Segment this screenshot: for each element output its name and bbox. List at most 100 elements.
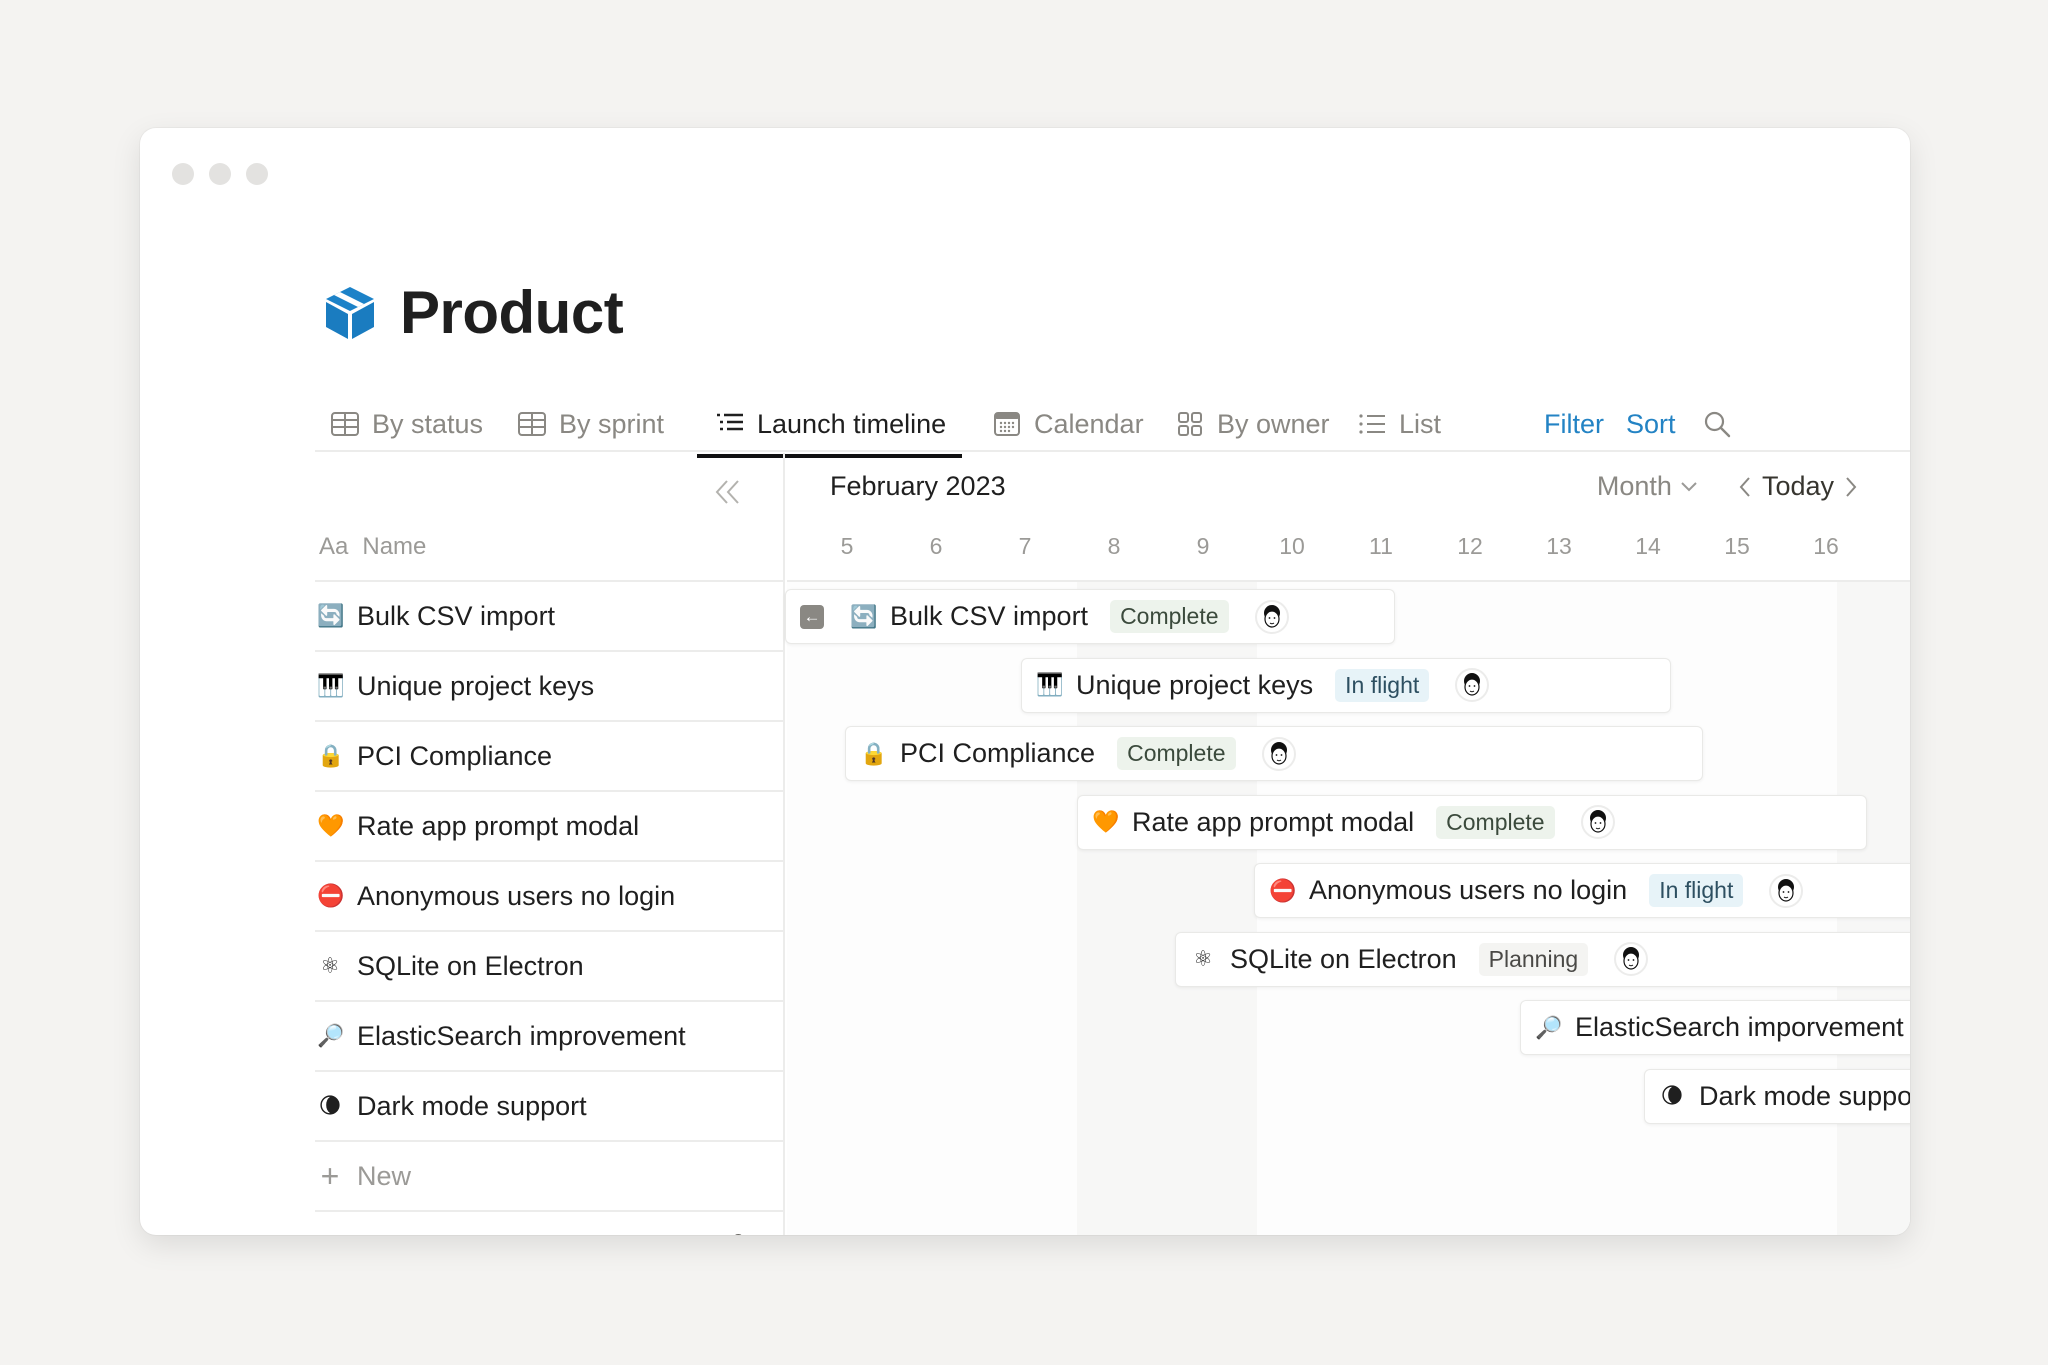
list-item[interactable]: 🔎 ElasticSearch improvement	[315, 1002, 783, 1072]
bar-title: SQLite on Electron	[1230, 943, 1457, 974]
moon-icon: 🌘	[318, 1093, 342, 1118]
list-item[interactable]: 🌘 Dark mode support	[315, 1072, 783, 1142]
minimize-window-button[interactable]	[209, 163, 231, 185]
list-item[interactable]: 🧡 Rate app prompt modal	[315, 792, 783, 862]
status-badge: Complete	[1117, 737, 1236, 770]
avatar[interactable]	[1614, 942, 1649, 976]
today-button[interactable]: Today	[1762, 471, 1834, 502]
day-label: 5	[840, 533, 854, 559]
person-avatar-icon	[1589, 810, 1606, 833]
tab-label: List	[1399, 408, 1442, 439]
avatar[interactable]	[1769, 873, 1804, 908]
status-badge: Complete	[1436, 805, 1555, 839]
orange-heart-icon: 🧡	[1092, 809, 1120, 834]
row-name: SQLite on Electron	[357, 950, 584, 981]
chevron-left-icon[interactable]	[1738, 476, 1752, 498]
new-row-button[interactable]: + New	[315, 1142, 783, 1212]
atom-icon: ⚛	[1193, 946, 1213, 971]
timeline-icon	[715, 409, 745, 439]
timeline-bar[interactable]: ⚛ SQLite on Electron Planning	[1175, 931, 1910, 987]
day-label: 7	[1018, 533, 1032, 559]
sync-arrows-icon: 🔄	[850, 603, 878, 629]
avatar[interactable]	[1580, 805, 1615, 839]
avatar[interactable]	[1261, 736, 1296, 771]
day-label: 10	[1279, 533, 1305, 559]
timeline-controls: Month Today	[1597, 471, 1858, 502]
timeline-bar[interactable]: 🎹 Unique project keys In flight	[1021, 657, 1671, 713]
status-badge: In flight	[1335, 668, 1430, 702]
day-label: 11	[1369, 533, 1393, 559]
list-item[interactable]: ⚛ SQLite on Electron	[315, 932, 783, 1002]
orange-heart-icon: 🧡	[317, 813, 345, 838]
row-name: Bulk CSV import	[357, 600, 556, 631]
bar-title: Anonymous users no login	[1309, 875, 1628, 905]
column-name: Name	[362, 533, 427, 560]
bar-title: ElasticSearch imporvement	[1575, 1012, 1904, 1042]
tab-label: By status	[372, 408, 484, 439]
magnifying-glass-icon: 🔎	[1535, 1014, 1563, 1040]
piano-keys-icon: 🎹	[317, 673, 345, 698]
timeline-bar[interactable]: ⛔ Anonymous users no login In flight	[1254, 863, 1910, 918]
page-title: Product	[400, 279, 624, 346]
sort-button[interactable]: Sort	[1626, 396, 1676, 452]
person-avatar-icon	[1263, 604, 1280, 628]
day-label: 12	[1457, 533, 1483, 559]
tab-by-status[interactable]: By status	[330, 396, 483, 452]
tab-calendar[interactable]: Calendar	[992, 396, 1144, 452]
name-column-header[interactable]: Aa Name	[319, 533, 426, 561]
bar-title: Rate app prompt modal	[1132, 806, 1415, 837]
tab-list[interactable]: List	[1357, 396, 1441, 452]
month-label: February 2023	[830, 471, 1006, 501]
atom-icon: ⚛	[320, 953, 340, 978]
list-item[interactable]: 🔒 PCI Compliance	[315, 722, 783, 792]
view-range-select[interactable]: Month	[1597, 471, 1698, 502]
person-avatar-icon	[1623, 947, 1640, 970]
chevron-right-icon[interactable]	[1844, 476, 1858, 498]
avatar[interactable]	[1455, 668, 1490, 702]
list-item[interactable]: 🔄 Bulk CSV import	[315, 582, 783, 652]
timeline-bar[interactable]: ← 🔄 Bulk CSV import Complete	[785, 589, 1395, 644]
collapse-sidebar-button[interactable]	[711, 475, 745, 509]
tab-by-sprint[interactable]: By sprint	[517, 396, 664, 452]
person-avatar-icon	[1270, 741, 1287, 765]
tab-label: By sprint	[559, 408, 665, 439]
list-item[interactable]: ⛔ Anonymous users no login	[315, 862, 783, 932]
day-label: 15	[1724, 533, 1750, 559]
status-badge: In flight	[1649, 874, 1744, 907]
count-value: 8	[732, 1230, 745, 1235]
count-footer[interactable]: COUNT 8	[643, 1230, 745, 1235]
tab-label: By owner	[1217, 408, 1330, 439]
person-avatar-icon	[1464, 673, 1481, 696]
close-window-button[interactable]	[172, 163, 194, 185]
search-button[interactable]	[1703, 396, 1731, 452]
row-name: Rate app prompt modal	[357, 810, 640, 841]
status-badge: Planning	[1478, 942, 1589, 976]
tab-by-owner[interactable]: By owner	[1175, 396, 1330, 452]
bar-title: PCI Compliance	[900, 738, 1096, 768]
row-name: Dark mode support	[357, 1090, 587, 1121]
scroll-to-start-icon[interactable]: ←	[800, 604, 824, 629]
double-chevron-left-icon	[715, 480, 739, 504]
view-tabs: By status By sprint Launch timeline Cale…	[315, 396, 1910, 458]
list-item[interactable]: 🎹 Unique project keys	[315, 652, 783, 722]
filter-button[interactable]: Filter	[1544, 396, 1604, 452]
row-name: Anonymous users no login	[357, 880, 676, 911]
day-header: 5 6 7 8 9 10 11 12 13 14 15 16	[787, 533, 1910, 573]
tab-launch-timeline[interactable]: Launch timeline	[696, 396, 963, 458]
timeline-grid: ← 🔄 Bulk CSV import Complete 🎹 Unique project…	[785, 580, 1910, 1235]
timeline-bar[interactable]: 🔒 PCI Compliance Complete	[845, 726, 1703, 781]
maximize-window-button[interactable]	[246, 163, 268, 185]
list-icon	[1357, 409, 1387, 439]
timeline-bar[interactable]: 🧡 Rate app prompt modal Complete	[1077, 794, 1867, 850]
timeline-bar[interactable]: 🔎 ElasticSearch imporvement	[1520, 1000, 1910, 1055]
timeline-pane: February 2023 Month Today 5 6 7 8 9 10 11 12 13 1…	[785, 453, 1910, 1235]
avatar[interactable]	[1254, 599, 1289, 634]
status-badge: Complete	[1110, 600, 1229, 633]
tab-label: Calendar	[1034, 408, 1144, 439]
no-entry-icon: ⛔	[1269, 877, 1297, 903]
package-box-icon[interactable]	[320, 283, 380, 343]
timeline-bar[interactable]: 🌘 Dark mode suppo	[1644, 1068, 1910, 1124]
moon-icon: 🌘	[1660, 1083, 1684, 1108]
table-icon	[330, 409, 360, 439]
plus-icon: +	[320, 1157, 340, 1194]
